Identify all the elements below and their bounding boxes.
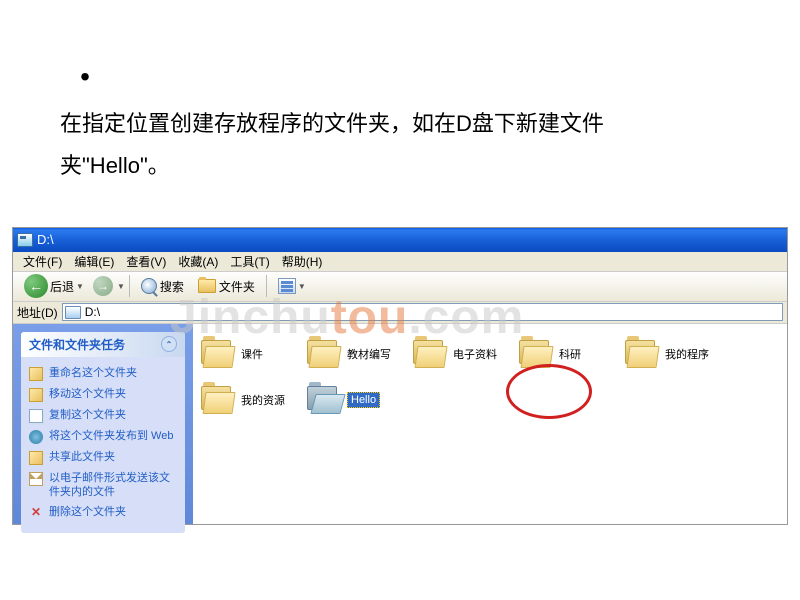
- folder-icon: [201, 340, 235, 368]
- folder-label: 我的资源: [241, 392, 285, 408]
- folder-icon: [307, 340, 341, 368]
- back-dropdown[interactable]: ▼: [76, 282, 84, 291]
- bullet: •: [60, 50, 110, 103]
- files-area[interactable]: 课件 教材编写 电子资料 科研 我的程序我的资源 Hello: [193, 324, 787, 524]
- menubar: 文件(F) 编辑(E) 查看(V) 收藏(A) 工具(T) 帮助(H): [13, 252, 787, 272]
- instruction-text: 在指定位置创建存放程序的文件夹，如在D盘下新建文件夹"Hello"。: [60, 103, 700, 187]
- task-copy[interactable]: 复制这个文件夹: [29, 405, 177, 426]
- menu-tools[interactable]: 工具(T): [224, 251, 275, 272]
- folder-item[interactable]: 我的程序: [625, 334, 731, 374]
- back-icon: ←: [24, 274, 48, 298]
- folder-item[interactable]: 我的资源: [201, 380, 307, 420]
- task-delete[interactable]: ✕删除这个文件夹: [29, 502, 177, 523]
- folder-item[interactable]: 科研: [519, 334, 625, 374]
- folder-icon: [307, 386, 341, 414]
- menu-file[interactable]: 文件(F): [17, 251, 68, 272]
- back-button[interactable]: ← 后退 ▼: [18, 272, 90, 300]
- folder-label: 教材编写: [347, 346, 391, 362]
- delete-icon: ✕: [29, 506, 43, 520]
- folder-label: 科研: [559, 346, 581, 362]
- slide-instruction: • 在指定位置创建存放程序的文件夹，如在D盘下新建文件夹"Hello"。: [0, 0, 800, 207]
- views-button[interactable]: ▼: [272, 276, 312, 296]
- folder-icon: [519, 340, 553, 368]
- move-icon: [29, 388, 43, 402]
- forward-dropdown[interactable]: ▼: [117, 282, 125, 291]
- menu-favorites[interactable]: 收藏(A): [172, 251, 224, 272]
- task-share[interactable]: 共享此文件夹: [29, 447, 177, 468]
- folders-button[interactable]: 文件夹: [192, 276, 261, 297]
- addressbar: 地址(D) D:\: [13, 302, 787, 324]
- folder-label: 电子资料: [453, 346, 497, 362]
- explorer-window: D:\ 文件(F) 编辑(E) 查看(V) 收藏(A) 工具(T) 帮助(H) …: [12, 227, 788, 525]
- separator: [129, 275, 130, 297]
- tasks-body: 重命名这个文件夹 移动这个文件夹 复制这个文件夹 将这个文件夹发布到 Web 共…: [21, 357, 185, 534]
- tasks-sidebar: 文件和文件夹任务 ⌃ 重命名这个文件夹 移动这个文件夹 复制这个文件夹 将这个文…: [13, 324, 193, 524]
- window-title: D:\: [37, 232, 54, 247]
- menu-view[interactable]: 查看(V): [120, 251, 172, 272]
- address-label: 地址(D): [17, 304, 58, 321]
- tasks-header[interactable]: 文件和文件夹任务 ⌃: [21, 332, 185, 357]
- web-icon: [29, 430, 43, 444]
- folder-label: 我的程序: [665, 346, 709, 362]
- task-publish-web[interactable]: 将这个文件夹发布到 Web: [29, 426, 177, 447]
- drive-icon-small: [65, 306, 81, 319]
- folder-label: 课件: [241, 346, 263, 362]
- folder-icon: [625, 340, 659, 368]
- address-input[interactable]: D:\: [62, 303, 783, 321]
- folder-item[interactable]: 电子资料: [413, 334, 519, 374]
- address-value: D:\: [85, 305, 100, 319]
- task-move[interactable]: 移动这个文件夹: [29, 384, 177, 405]
- folder-item[interactable]: 课件: [201, 334, 307, 374]
- forward-button[interactable]: →: [93, 276, 113, 296]
- separator: [266, 275, 267, 297]
- task-email[interactable]: 以电子邮件形式发送该文件夹内的文件: [29, 468, 177, 503]
- collapse-icon[interactable]: ⌃: [161, 336, 177, 352]
- folders-label: 文件夹: [219, 278, 255, 295]
- copy-icon: [29, 409, 43, 423]
- toolbar: ← 后退 ▼ → ▼ 搜索 文件夹 ▼: [13, 272, 787, 302]
- tasks-panel: 文件和文件夹任务 ⌃ 重命名这个文件夹 移动这个文件夹 复制这个文件夹 将这个文…: [21, 332, 185, 534]
- task-rename[interactable]: 重命名这个文件夹: [29, 363, 177, 384]
- views-dropdown[interactable]: ▼: [298, 282, 306, 291]
- share-icon: [29, 451, 43, 465]
- tasks-title: 文件和文件夹任务: [29, 336, 125, 353]
- folder-label[interactable]: Hello: [347, 392, 380, 408]
- folder-item[interactable]: Hello: [307, 380, 413, 420]
- content-area: 文件和文件夹任务 ⌃ 重命名这个文件夹 移动这个文件夹 复制这个文件夹 将这个文…: [13, 324, 787, 524]
- folder-icon: [413, 340, 447, 368]
- menu-edit[interactable]: 编辑(E): [68, 251, 120, 272]
- search-icon: [141, 278, 157, 294]
- search-button[interactable]: 搜索: [135, 276, 190, 297]
- email-icon: [29, 472, 43, 486]
- drive-icon: [17, 233, 33, 247]
- folder-icon: [201, 386, 235, 414]
- search-label: 搜索: [160, 278, 184, 295]
- folder-item[interactable]: 教材编写: [307, 334, 413, 374]
- folders-icon: [198, 279, 216, 293]
- views-icon: [278, 278, 296, 294]
- menu-help[interactable]: 帮助(H): [276, 251, 329, 272]
- back-label: 后退: [50, 278, 74, 295]
- titlebar[interactable]: D:\: [13, 228, 787, 252]
- rename-icon: [29, 367, 43, 381]
